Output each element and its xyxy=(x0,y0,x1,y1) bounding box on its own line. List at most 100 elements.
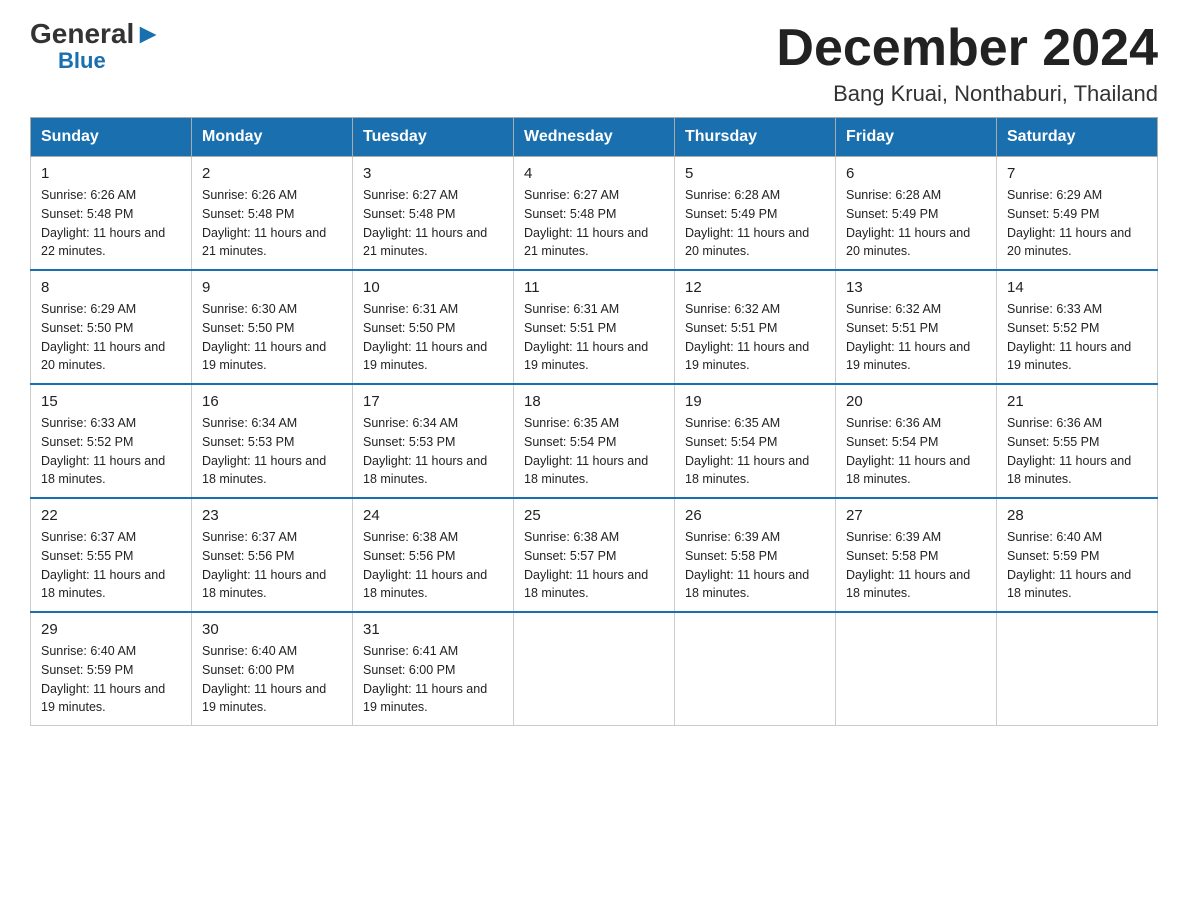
calendar-cell: 14 Sunrise: 6:33 AMSunset: 5:52 PMDaylig… xyxy=(997,270,1158,384)
calendar-cell: 4 Sunrise: 6:27 AMSunset: 5:48 PMDayligh… xyxy=(514,157,675,271)
day-number: 7 xyxy=(1007,165,1147,182)
calendar-cell: 3 Sunrise: 6:27 AMSunset: 5:48 PMDayligh… xyxy=(353,157,514,271)
day-number: 12 xyxy=(685,279,825,296)
day-info: Sunrise: 6:40 AMSunset: 6:00 PMDaylight:… xyxy=(202,642,342,717)
day-info: Sunrise: 6:37 AMSunset: 5:56 PMDaylight:… xyxy=(202,528,342,603)
calendar-cell: 8 Sunrise: 6:29 AMSunset: 5:50 PMDayligh… xyxy=(31,270,192,384)
day-number: 4 xyxy=(524,165,664,182)
col-monday: Monday xyxy=(192,118,353,157)
day-info: Sunrise: 6:31 AMSunset: 5:50 PMDaylight:… xyxy=(363,300,503,375)
day-number: 30 xyxy=(202,621,342,638)
day-info: Sunrise: 6:35 AMSunset: 5:54 PMDaylight:… xyxy=(685,414,825,489)
week-row-3: 15 Sunrise: 6:33 AMSunset: 5:52 PMDaylig… xyxy=(31,384,1158,498)
col-saturday: Saturday xyxy=(997,118,1158,157)
calendar-cell: 22 Sunrise: 6:37 AMSunset: 5:55 PMDaylig… xyxy=(31,498,192,612)
day-number: 19 xyxy=(685,393,825,410)
day-number: 21 xyxy=(1007,393,1147,410)
col-wednesday: Wednesday xyxy=(514,118,675,157)
day-info: Sunrise: 6:32 AMSunset: 5:51 PMDaylight:… xyxy=(685,300,825,375)
day-number: 17 xyxy=(363,393,503,410)
calendar-cell: 18 Sunrise: 6:35 AMSunset: 5:54 PMDaylig… xyxy=(514,384,675,498)
calendar-cell: 17 Sunrise: 6:34 AMSunset: 5:53 PMDaylig… xyxy=(353,384,514,498)
day-info: Sunrise: 6:30 AMSunset: 5:50 PMDaylight:… xyxy=(202,300,342,375)
calendar-cell: 13 Sunrise: 6:32 AMSunset: 5:51 PMDaylig… xyxy=(836,270,997,384)
calendar-table: SundayMondayTuesdayWednesdayThursdayFrid… xyxy=(30,117,1158,726)
calendar-cell xyxy=(836,612,997,726)
day-number: 13 xyxy=(846,279,986,296)
calendar-cell: 26 Sunrise: 6:39 AMSunset: 5:58 PMDaylig… xyxy=(675,498,836,612)
day-info: Sunrise: 6:40 AMSunset: 5:59 PMDaylight:… xyxy=(1007,528,1147,603)
day-number: 16 xyxy=(202,393,342,410)
day-info: Sunrise: 6:36 AMSunset: 5:54 PMDaylight:… xyxy=(846,414,986,489)
day-info: Sunrise: 6:36 AMSunset: 5:55 PMDaylight:… xyxy=(1007,414,1147,489)
day-number: 1 xyxy=(41,165,181,182)
day-number: 22 xyxy=(41,507,181,524)
day-number: 2 xyxy=(202,165,342,182)
day-info: Sunrise: 6:37 AMSunset: 5:55 PMDaylight:… xyxy=(41,528,181,603)
calendar-cell: 28 Sunrise: 6:40 AMSunset: 5:59 PMDaylig… xyxy=(997,498,1158,612)
calendar-cell: 31 Sunrise: 6:41 AMSunset: 6:00 PMDaylig… xyxy=(353,612,514,726)
calendar-cell: 7 Sunrise: 6:29 AMSunset: 5:49 PMDayligh… xyxy=(997,157,1158,271)
day-number: 6 xyxy=(846,165,986,182)
calendar-cell: 5 Sunrise: 6:28 AMSunset: 5:49 PMDayligh… xyxy=(675,157,836,271)
calendar-cell: 15 Sunrise: 6:33 AMSunset: 5:52 PMDaylig… xyxy=(31,384,192,498)
day-info: Sunrise: 6:38 AMSunset: 5:56 PMDaylight:… xyxy=(363,528,503,603)
calendar-cell: 27 Sunrise: 6:39 AMSunset: 5:58 PMDaylig… xyxy=(836,498,997,612)
day-number: 27 xyxy=(846,507,986,524)
day-number: 31 xyxy=(363,621,503,638)
page-header: General► Blue December 2024 Bang Kruai, … xyxy=(30,20,1158,107)
day-info: Sunrise: 6:41 AMSunset: 6:00 PMDaylight:… xyxy=(363,642,503,717)
day-number: 10 xyxy=(363,279,503,296)
day-number: 3 xyxy=(363,165,503,182)
col-sunday: Sunday xyxy=(31,118,192,157)
day-number: 25 xyxy=(524,507,664,524)
calendar-cell: 11 Sunrise: 6:31 AMSunset: 5:51 PMDaylig… xyxy=(514,270,675,384)
day-number: 29 xyxy=(41,621,181,638)
day-number: 14 xyxy=(1007,279,1147,296)
day-info: Sunrise: 6:31 AMSunset: 5:51 PMDaylight:… xyxy=(524,300,664,375)
logo: General► Blue xyxy=(30,20,162,74)
day-number: 18 xyxy=(524,393,664,410)
day-info: Sunrise: 6:33 AMSunset: 5:52 PMDaylight:… xyxy=(1007,300,1147,375)
calendar-cell xyxy=(514,612,675,726)
title-section: December 2024 Bang Kruai, Nonthaburi, Th… xyxy=(776,20,1158,107)
day-number: 26 xyxy=(685,507,825,524)
calendar-cell: 6 Sunrise: 6:28 AMSunset: 5:49 PMDayligh… xyxy=(836,157,997,271)
day-info: Sunrise: 6:40 AMSunset: 5:59 PMDaylight:… xyxy=(41,642,181,717)
day-info: Sunrise: 6:29 AMSunset: 5:49 PMDaylight:… xyxy=(1007,186,1147,261)
day-info: Sunrise: 6:33 AMSunset: 5:52 PMDaylight:… xyxy=(41,414,181,489)
day-number: 24 xyxy=(363,507,503,524)
col-thursday: Thursday xyxy=(675,118,836,157)
day-info: Sunrise: 6:28 AMSunset: 5:49 PMDaylight:… xyxy=(846,186,986,261)
day-number: 11 xyxy=(524,279,664,296)
day-info: Sunrise: 6:29 AMSunset: 5:50 PMDaylight:… xyxy=(41,300,181,375)
calendar-cell: 23 Sunrise: 6:37 AMSunset: 5:56 PMDaylig… xyxy=(192,498,353,612)
col-friday: Friday xyxy=(836,118,997,157)
calendar-cell: 19 Sunrise: 6:35 AMSunset: 5:54 PMDaylig… xyxy=(675,384,836,498)
day-info: Sunrise: 6:26 AMSunset: 5:48 PMDaylight:… xyxy=(41,186,181,261)
calendar-cell: 2 Sunrise: 6:26 AMSunset: 5:48 PMDayligh… xyxy=(192,157,353,271)
day-info: Sunrise: 6:34 AMSunset: 5:53 PMDaylight:… xyxy=(363,414,503,489)
month-title: December 2024 xyxy=(776,20,1158,77)
day-info: Sunrise: 6:39 AMSunset: 5:58 PMDaylight:… xyxy=(685,528,825,603)
calendar-cell: 24 Sunrise: 6:38 AMSunset: 5:56 PMDaylig… xyxy=(353,498,514,612)
calendar-cell: 10 Sunrise: 6:31 AMSunset: 5:50 PMDaylig… xyxy=(353,270,514,384)
day-info: Sunrise: 6:27 AMSunset: 5:48 PMDaylight:… xyxy=(363,186,503,261)
logo-blue: Blue xyxy=(58,48,106,74)
day-info: Sunrise: 6:39 AMSunset: 5:58 PMDaylight:… xyxy=(846,528,986,603)
week-row-2: 8 Sunrise: 6:29 AMSunset: 5:50 PMDayligh… xyxy=(31,270,1158,384)
calendar-cell: 12 Sunrise: 6:32 AMSunset: 5:51 PMDaylig… xyxy=(675,270,836,384)
day-number: 28 xyxy=(1007,507,1147,524)
calendar-cell: 16 Sunrise: 6:34 AMSunset: 5:53 PMDaylig… xyxy=(192,384,353,498)
day-number: 5 xyxy=(685,165,825,182)
calendar-cell xyxy=(997,612,1158,726)
calendar-cell: 21 Sunrise: 6:36 AMSunset: 5:55 PMDaylig… xyxy=(997,384,1158,498)
day-info: Sunrise: 6:27 AMSunset: 5:48 PMDaylight:… xyxy=(524,186,664,261)
day-number: 20 xyxy=(846,393,986,410)
day-number: 15 xyxy=(41,393,181,410)
day-info: Sunrise: 6:34 AMSunset: 5:53 PMDaylight:… xyxy=(202,414,342,489)
location: Bang Kruai, Nonthaburi, Thailand xyxy=(776,81,1158,107)
day-number: 23 xyxy=(202,507,342,524)
calendar-cell: 30 Sunrise: 6:40 AMSunset: 6:00 PMDaylig… xyxy=(192,612,353,726)
week-row-1: 1 Sunrise: 6:26 AMSunset: 5:48 PMDayligh… xyxy=(31,157,1158,271)
